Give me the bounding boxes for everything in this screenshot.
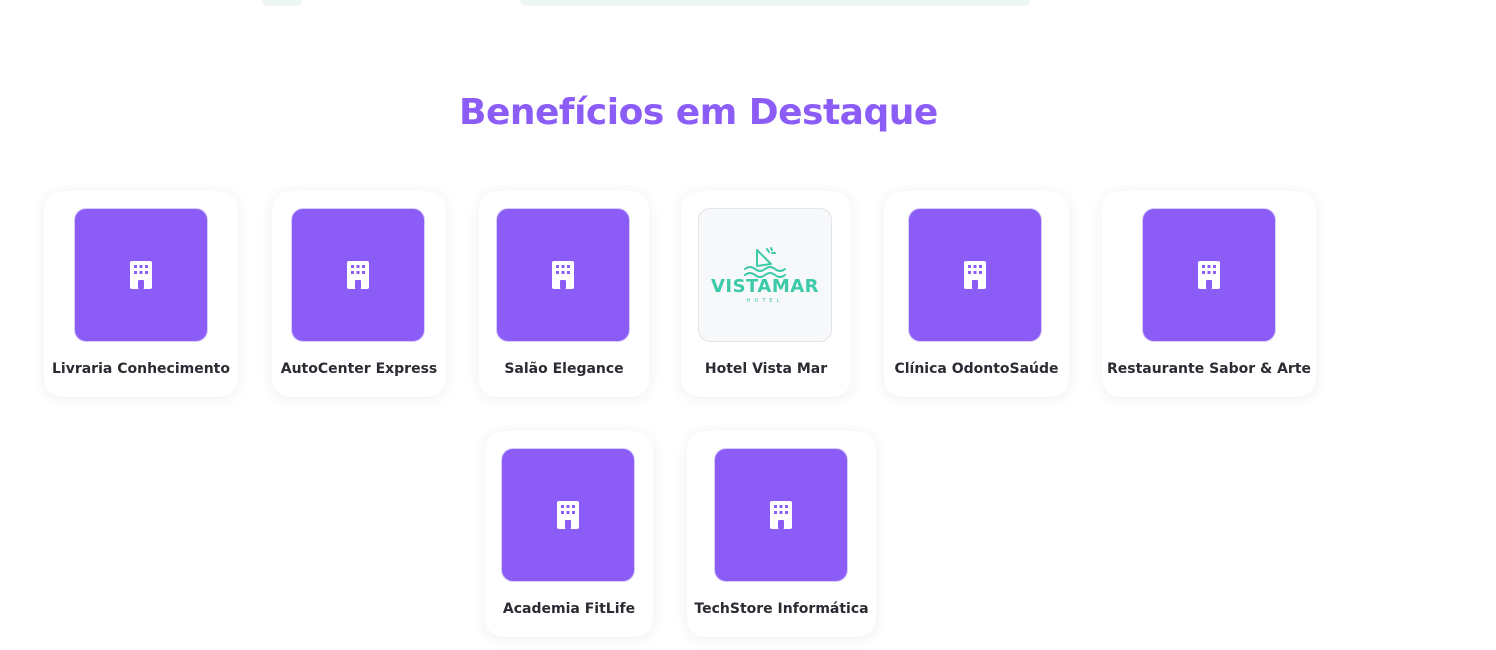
partner-name: Clínica OdontoSaúde: [894, 361, 1059, 377]
partner-card-clinica[interactable]: Clínica OdontoSaúde: [884, 191, 1069, 397]
partner-logo: [291, 208, 425, 342]
building-icon: [347, 261, 369, 289]
section-title: Benefícios em Destaque: [459, 92, 938, 133]
partner-card-techstore[interactable]: TechStore Informática: [687, 431, 876, 637]
partner-logo: [714, 448, 848, 582]
partner-logo: [74, 208, 208, 342]
building-icon: [552, 261, 574, 289]
partner-logo: VISTAMAR HOTEL: [698, 208, 832, 342]
partner-logo: [1142, 208, 1276, 342]
partner-card-autocenter[interactable]: AutoCenter Express: [272, 191, 446, 397]
partner-name: AutoCenter Express: [280, 361, 438, 377]
partner-card-academia[interactable]: Academia FitLife: [485, 431, 653, 637]
sail-waves-icon: [743, 247, 786, 278]
partner-name: Restaurante Sabor & Arte: [1106, 361, 1312, 377]
partner-logo: [496, 208, 630, 342]
partner-card-restaurante[interactable]: Restaurante Sabor & Arte: [1102, 191, 1316, 397]
vistamar-logo: VISTAMAR HOTEL: [711, 246, 819, 304]
page: Benefícios em Destaque Livraria Conhecim…: [0, 0, 1496, 650]
partner-card-hotel[interactable]: VISTAMAR HOTEL Hotel Vista Mar: [681, 191, 851, 397]
partner-name: Livraria Conhecimento: [51, 361, 230, 377]
partner-logo: [908, 208, 1042, 342]
building-icon: [1198, 261, 1220, 289]
partner-name: TechStore Informática: [694, 601, 869, 617]
partner-name: Hotel Vista Mar: [704, 361, 828, 377]
building-icon: [964, 261, 986, 289]
partner-name: Academia FitLife: [502, 601, 636, 617]
partner-card-livraria[interactable]: Livraria Conhecimento: [44, 191, 238, 397]
faded-header-remnant: [0, 0, 1496, 18]
building-icon: [770, 501, 792, 529]
partner-name: Salão Elegance: [504, 361, 624, 377]
partner-logo: [501, 448, 635, 582]
building-icon: [130, 261, 152, 289]
building-icon: [557, 501, 579, 529]
partner-card-salao[interactable]: Salão Elegance: [479, 191, 649, 397]
